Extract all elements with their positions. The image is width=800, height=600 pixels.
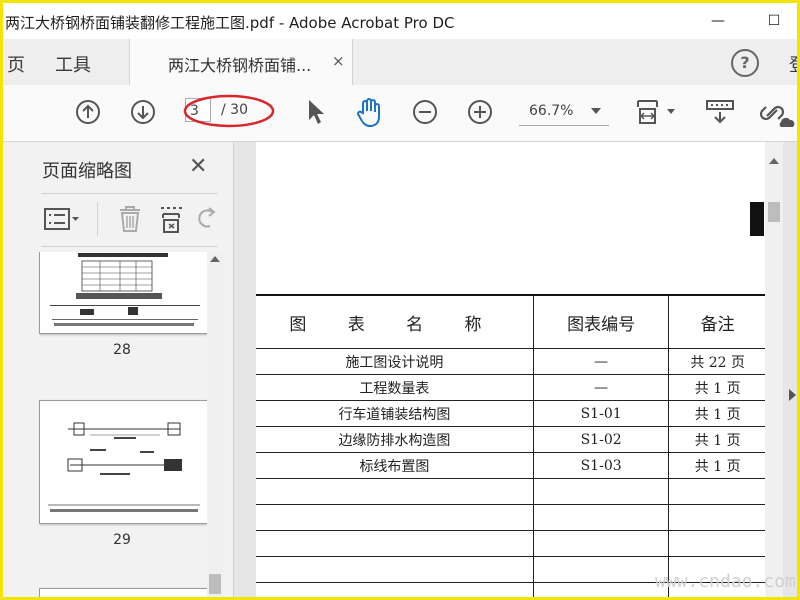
table-row: 工程数量表 — 共 1 页 xyxy=(256,374,766,401)
tab-tools[interactable]: 工具 xyxy=(55,51,91,77)
cell-drawing-name: 施工图设计说明 xyxy=(256,348,534,375)
thumbnail-page-30[interactable] xyxy=(39,588,207,597)
column-header-name: 图 表 名 称 xyxy=(256,294,534,349)
cell-drawing-number: S1-01 xyxy=(532,400,670,427)
cell-drawing-name: 边缘防排水构造图 xyxy=(256,426,534,453)
cell-remark xyxy=(668,478,766,505)
cell-drawing-number: — xyxy=(532,348,670,375)
table-row: 行车道铺装结构图 S1-01 共 1 页 xyxy=(256,400,766,427)
cell-drawing-name xyxy=(256,478,534,505)
drawing-index-table: 图 表 名 称 图表编号 备注 施工图设计说明 — 共 22 页工程数量表 — 共 1 … xyxy=(256,294,766,597)
zoom-value: 66.7% xyxy=(529,103,574,119)
document-view: 图 表 名 称 图表编号 备注 施工图设计说明 — 共 22 页工程数量表 — 共 1 … xyxy=(234,142,797,597)
panel-title: 页面缩略图 xyxy=(42,161,132,182)
fit-page-icon[interactable] xyxy=(635,97,677,127)
page-heading-fragment xyxy=(750,202,764,236)
zoom-out-icon[interactable] xyxy=(412,99,438,125)
expand-right-icon[interactable] xyxy=(789,389,796,401)
title-bar: 两江大桥钢桥面铺装翻修工程施工图.pdf - Adobe Acrobat Pro… xyxy=(3,3,797,39)
cell-drawing-number: S1-03 xyxy=(532,452,670,479)
scroll-thumb[interactable] xyxy=(768,202,780,222)
cell-remark: 共 1 页 xyxy=(668,426,766,453)
minimize-button[interactable]: — xyxy=(703,9,733,33)
thumbnail-scrollbar[interactable] xyxy=(207,252,223,597)
cell-drawing-number xyxy=(532,504,670,531)
cell-remark: 共 1 页 xyxy=(668,400,766,427)
tab-close-button[interactable]: × xyxy=(332,52,345,70)
chevron-down-icon xyxy=(591,108,601,114)
thumbnail-list: 28 29 xyxy=(17,252,207,597)
scroll-mode-icon[interactable] xyxy=(705,98,735,126)
app-window: 两江大桥钢桥面铺装翻修工程施工图.pdf - Adobe Acrobat Pro… xyxy=(0,0,800,600)
cell-drawing-number: — xyxy=(532,374,670,401)
scroll-thumb[interactable] xyxy=(209,574,221,594)
cell-remark: 共 1 页 xyxy=(668,452,766,479)
previous-page-icon[interactable] xyxy=(75,99,101,125)
tab-document[interactable]: 两江大桥钢桥面铺... × xyxy=(129,39,353,86)
cell-drawing-number xyxy=(532,582,670,597)
cell-drawing-name xyxy=(256,504,534,531)
table-header-row: 图 表 名 称 图表编号 备注 xyxy=(256,294,766,349)
column-header-remark: 备注 xyxy=(668,294,766,349)
share-link-icon[interactable] xyxy=(759,98,795,128)
cell-remark xyxy=(668,504,766,531)
cell-drawing-number xyxy=(532,478,670,505)
toolbar-divider xyxy=(97,202,98,236)
cell-drawing-name xyxy=(256,556,534,583)
insert-page-icon[interactable] xyxy=(159,204,185,234)
trash-icon[interactable] xyxy=(117,204,143,234)
page-number-input[interactable]: 3 xyxy=(185,98,211,122)
cell-drawing-name: 工程数量表 xyxy=(256,374,534,401)
document-scrollbar[interactable] xyxy=(765,142,783,597)
zoom-dropdown[interactable]: 66.7% xyxy=(519,99,609,126)
next-page-icon[interactable] xyxy=(130,99,156,125)
cell-remark xyxy=(668,530,766,557)
cell-drawing-name xyxy=(256,530,534,557)
column-header-number: 图表编号 xyxy=(532,294,670,349)
close-panel-button[interactable]: ✕ xyxy=(189,154,207,179)
panel-divider-2 xyxy=(41,246,217,247)
table-row xyxy=(256,478,766,505)
table-row: 施工图设计说明 — 共 22 页 xyxy=(256,348,766,375)
scroll-up-icon[interactable] xyxy=(769,158,779,164)
tab-bar: 页 工具 两江大桥钢桥面铺... × ? 登 xyxy=(3,39,797,86)
pdf-page: 图 表 名 称 图表编号 备注 施工图设计说明 — 共 22 页工程数量表 — 共 1 … xyxy=(256,142,766,597)
toolbar: 3 / 30 66.7% xyxy=(3,85,797,142)
cell-remark: 共 1 页 xyxy=(668,374,766,401)
hand-tool-icon[interactable] xyxy=(355,96,385,128)
sign-in-button[interactable]: 登 xyxy=(789,51,797,77)
thumbnail-page-29[interactable] xyxy=(39,400,207,524)
select-cursor-icon[interactable] xyxy=(305,98,327,126)
tab-document-label: 两江大桥钢桥面铺... xyxy=(168,56,312,75)
cell-drawing-number: S1-02 xyxy=(532,426,670,453)
table-row: 边缘防排水构造图 S1-02 共 1 页 xyxy=(256,426,766,453)
table-row: 标线布置图 S1-03 共 1 页 xyxy=(256,452,766,479)
rotate-icon[interactable] xyxy=(197,206,217,232)
table-row xyxy=(256,504,766,531)
cell-drawing-number xyxy=(532,530,670,557)
table-row xyxy=(256,530,766,557)
cell-drawing-name: 标线布置图 xyxy=(256,452,534,479)
tab-home[interactable]: 页 xyxy=(7,51,25,77)
thumbnail-page-28[interactable] xyxy=(39,252,207,334)
page-total: / 30 xyxy=(221,102,248,118)
maximize-button[interactable]: ☐ xyxy=(759,9,789,33)
cell-drawing-name: 行车道铺装结构图 xyxy=(256,400,534,427)
thumbnail-label-29: 29 xyxy=(113,532,131,548)
zoom-in-icon[interactable] xyxy=(467,99,493,125)
cell-remark: 共 22 页 xyxy=(668,348,766,375)
help-icon[interactable]: ? xyxy=(731,49,759,77)
scroll-up-icon[interactable] xyxy=(210,256,220,262)
thumbnail-label-28: 28 xyxy=(113,342,131,358)
cell-drawing-name xyxy=(256,582,534,597)
window-title: 两江大桥钢桥面铺装翻修工程施工图.pdf - Adobe Acrobat Pro… xyxy=(5,14,455,32)
options-menu-icon[interactable] xyxy=(43,206,81,232)
panel-divider xyxy=(41,193,217,194)
cell-drawing-number xyxy=(532,556,670,583)
watermark: www.cndao.com xyxy=(655,571,796,592)
thumbnails-panel: 页面缩略图 ✕ 28 29 xyxy=(3,142,234,597)
